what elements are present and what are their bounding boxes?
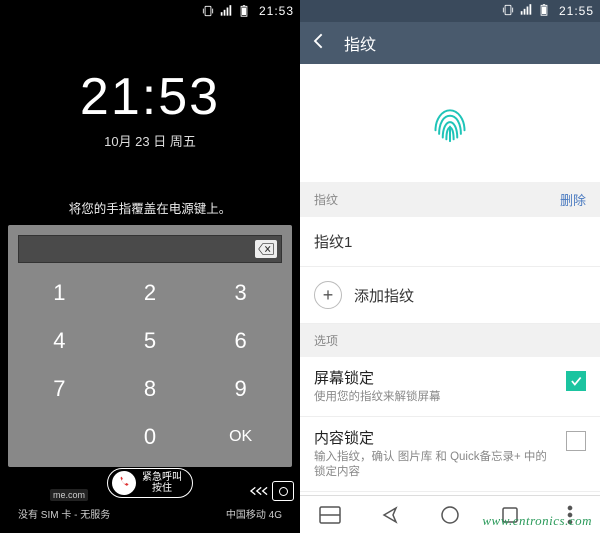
camera-icon [272,481,294,501]
phone-icon [112,471,136,495]
key-4[interactable]: 4 [14,317,105,365]
chevrons-left-icon [248,484,270,498]
pin-display [18,235,282,263]
emergency-call-button[interactable]: 紧急呼叫 按住 [107,468,193,498]
fingerprint-icon [421,94,479,152]
key-6[interactable]: 6 [195,317,286,365]
check-icon [569,374,583,388]
nav-back[interactable] [373,502,407,528]
option-content-lock-title: 内容锁定 [314,427,556,448]
delete-button[interactable]: 删除 [560,190,586,209]
key-8[interactable]: 8 [105,365,196,413]
backspace-button[interactable] [255,240,277,258]
key-7[interactable]: 7 [14,365,105,413]
section-options: 选项 [300,324,600,357]
section-options-label: 选项 [314,332,338,349]
option-screen-lock-sub: 使用您的指纹来解锁屏幕 [314,390,556,406]
clock-block: 21:53 10月 23 日 周五 [0,67,300,150]
statusbar-time: 21:53 [259,4,294,18]
option-content-lock[interactable]: 内容锁定 输入指纹，确认 图片库 和 Quick备忘录+ 中的锁定内容 [300,417,600,492]
section-fingerprints: 指纹 删除 [300,182,600,217]
vibrate-icon [201,4,215,18]
battery-icon [237,4,251,18]
vibrate-icon [501,3,515,20]
signal-icon [219,4,233,18]
lockscreen-phone: 21:53 21:53 10月 23 日 周五 将您的手指覆盖在电源键上。 1 … [0,0,300,533]
app-bar: 指纹 [300,22,600,64]
carrier-right: 中国移动 4G [226,506,282,521]
clock-date: 10月 23 日 周五 [0,131,300,150]
option-screen-lock-title: 屏幕锁定 [314,367,556,388]
carrier-left: 没有 SIM 卡 - 无服务 [18,506,110,521]
battery-icon [537,3,551,20]
key-2[interactable]: 2 [105,269,196,317]
key-5[interactable]: 5 [105,317,196,365]
add-fingerprint-button[interactable]: + 添加指纹 [300,267,600,324]
status-bar: 21:55 [300,0,600,22]
statusbar-time: 21:55 [559,4,594,18]
key-1[interactable]: 1 [14,269,105,317]
back-button[interactable] [310,31,330,56]
emergency-line1: 紧急呼叫 [142,472,182,483]
add-fingerprint-label: 添加指纹 [354,285,414,306]
fingerprint-illustration [300,64,600,182]
section-fingerprints-label: 指纹 [314,191,338,208]
fingerprint-item-1[interactable]: 指纹1 [300,217,600,267]
clock-time: 21:53 [0,67,300,127]
key-3[interactable]: 3 [195,269,286,317]
pin-keypad-panel: 1 2 3 4 5 6 7 8 9 0 OK [8,225,292,467]
arrow-left-icon [310,31,330,51]
watermark: www.cntronics.com [482,513,592,529]
key-0[interactable]: 0 [105,413,196,461]
backspace-icon [258,242,274,256]
camera-launcher[interactable] [248,481,294,501]
nav-home[interactable] [433,502,467,528]
option-screen-lock-checkbox[interactable] [566,371,586,391]
key-ok[interactable]: OK [195,413,286,461]
emergency-line2: 按住 [142,483,182,494]
fingerprint-item-label: 指纹1 [314,231,352,252]
option-screen-lock[interactable]: 屏幕锁定 使用您的指纹来解锁屏幕 [300,357,600,417]
plus-icon: + [314,281,342,309]
fingerprint-hint: 将您的手指覆盖在电源键上。 [0,198,300,217]
pin-input[interactable] [23,236,255,262]
option-content-lock-checkbox[interactable] [566,431,586,451]
key-9[interactable]: 9 [195,365,286,413]
status-bar: 21:53 [0,0,300,22]
settings-phone: 21:55 指纹 指纹 删除 指纹1 + [300,0,600,533]
page-title: 指纹 [344,31,376,55]
keypad-grid: 1 2 3 4 5 6 7 8 9 0 OK [14,269,286,461]
nav-dual-window[interactable] [313,502,347,528]
option-content-lock-sub: 输入指纹，确认 图片库 和 Quick备忘录+ 中的锁定内容 [314,450,556,481]
emergency-text: 紧急呼叫 按住 [142,472,182,494]
signal-icon [519,3,533,20]
carrier-row: 没有 SIM 卡 - 无服务 中国移动 4G [0,506,300,521]
key-blank [14,413,105,461]
